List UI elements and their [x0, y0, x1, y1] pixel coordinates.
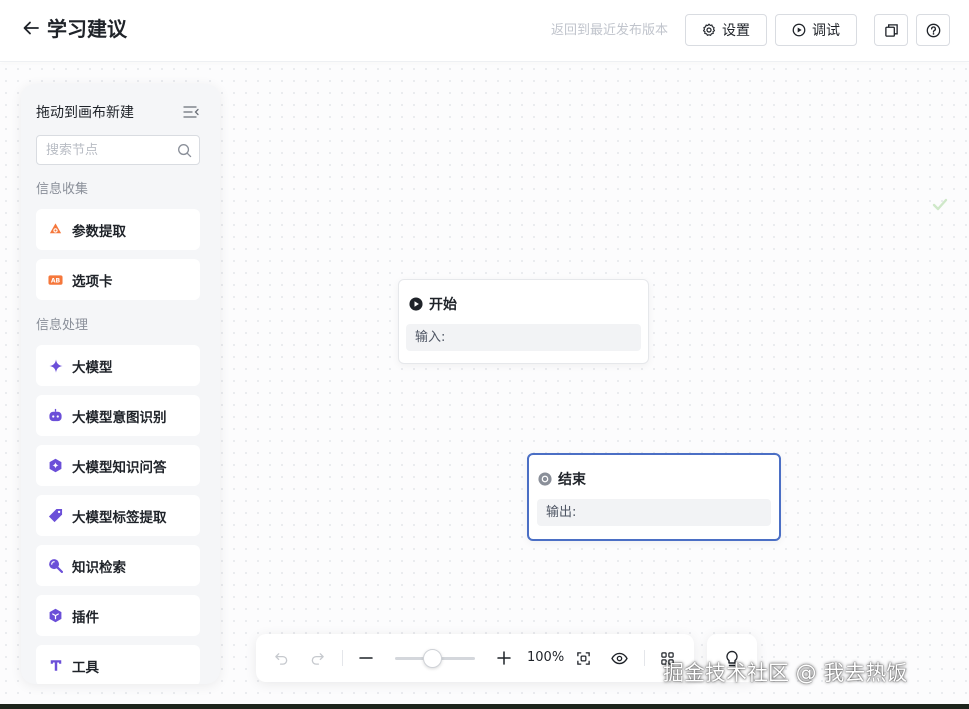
- header-bar: 学习建议 返回到最近发布版本 设置 调试: [0, 0, 969, 62]
- param-extract-icon: [48, 222, 63, 237]
- fit-view-icon[interactable]: [573, 648, 593, 668]
- start-node-header: 开始: [409, 294, 457, 314]
- node-item-label: 大模型意图识别: [72, 409, 167, 426]
- node-item-knowledge-search[interactable]: 知识检索: [36, 545, 200, 586]
- help-button[interactable]: [916, 14, 950, 46]
- zoom-level-text: 100%: [527, 650, 565, 665]
- robot-icon: [48, 408, 63, 423]
- debug-label: 调试: [812, 23, 840, 39]
- zoom-out-icon[interactable]: [356, 648, 376, 668]
- settings-label: 设置: [722, 23, 750, 39]
- search-knowledge-icon: [48, 558, 63, 573]
- app-window: 学习建议 返回到最近发布版本 设置 调试 拖动到画布新建 信息收集: [0, 0, 969, 704]
- node-item-label: 工具: [72, 659, 99, 676]
- copy-button[interactable]: [874, 14, 908, 46]
- help-icon: [926, 23, 940, 37]
- node-item-llm-intent[interactable]: 大模型意图识别: [36, 395, 200, 436]
- node-item-option-card[interactable]: AB 选项卡: [36, 259, 200, 300]
- panel-title: 拖动到画布新建: [36, 105, 134, 121]
- knowledge-qa-icon: [48, 458, 63, 473]
- start-node-input-field[interactable]: 输入:: [406, 324, 641, 351]
- node-item-label: 大模型标签提取: [72, 509, 167, 526]
- node-search-input[interactable]: [37, 136, 177, 164]
- canvas-toolbar: 100%: [256, 634, 694, 682]
- eye-icon[interactable]: [609, 648, 629, 668]
- revert-to-latest-link[interactable]: 返回到最近发布版本: [551, 21, 668, 41]
- check-mark-icon: [932, 198, 948, 211]
- undo-icon[interactable]: [271, 648, 291, 668]
- node-item-label: 大模型: [72, 359, 113, 376]
- play-circle-icon: [409, 297, 423, 311]
- start-node-title: 开始: [429, 297, 457, 313]
- toolbar-divider: [644, 650, 645, 666]
- node-item-label: 插件: [72, 609, 99, 626]
- page-title: 学习建议: [47, 17, 127, 41]
- watermark-text: 掘金技术社区 @ 我去热饭: [663, 661, 908, 685]
- node-item-llm-tag-extract[interactable]: 大模型标签提取: [36, 495, 200, 536]
- node-item-tool[interactable]: 工具: [36, 645, 200, 684]
- node-item-plugin[interactable]: 插件: [36, 595, 200, 636]
- node-item-llm-knowledge-qa[interactable]: 大模型知识问答: [36, 445, 200, 486]
- start-node[interactable]: 开始 输入:: [398, 279, 649, 364]
- svg-text:AB: AB: [51, 277, 61, 284]
- zoom-slider-thumb[interactable]: [423, 649, 442, 668]
- tool-icon: [48, 658, 63, 673]
- node-item-param-extract[interactable]: 参数提取: [36, 209, 200, 250]
- play-circle-icon: [792, 23, 806, 37]
- ab-tab-icon: AB: [48, 272, 63, 287]
- end-node-title: 结束: [558, 472, 586, 488]
- debug-button[interactable]: 调试: [775, 14, 857, 46]
- tag-icon: [48, 508, 63, 523]
- toolbar-divider: [342, 650, 343, 666]
- settings-button[interactable]: 设置: [685, 14, 767, 46]
- node-item-label: 选项卡: [72, 273, 113, 290]
- search-icon[interactable]: [177, 143, 192, 158]
- node-panel: 拖动到画布新建 信息收集 参数提取 AB 选项卡 信息处理 大模型: [21, 84, 220, 684]
- node-item-label: 参数提取: [72, 223, 126, 240]
- end-node-output-field[interactable]: 输出:: [537, 499, 771, 526]
- sparkle-icon: [48, 358, 63, 373]
- copy-icon: [884, 23, 898, 37]
- plugin-icon: [48, 608, 63, 623]
- back-arrow-icon[interactable]: [22, 18, 40, 38]
- zoom-in-icon[interactable]: [494, 648, 514, 668]
- category-label-info-collect: 信息收集: [36, 182, 89, 197]
- gear-icon: [702, 23, 716, 36]
- stop-circle-icon: [538, 472, 552, 486]
- end-node[interactable]: 结束 输出:: [527, 453, 781, 541]
- node-item-label: 大模型知识问答: [72, 459, 167, 476]
- redo-icon[interactable]: [307, 648, 327, 668]
- node-search-box: [36, 135, 200, 165]
- end-node-header: 结束: [538, 469, 586, 489]
- node-item-label: 知识检索: [72, 559, 126, 576]
- category-label-info-process: 信息处理: [36, 318, 89, 333]
- node-item-llm[interactable]: 大模型: [36, 345, 200, 386]
- collapse-panel-icon[interactable]: [183, 104, 201, 122]
- desktop-background-strip: [0, 704, 969, 709]
